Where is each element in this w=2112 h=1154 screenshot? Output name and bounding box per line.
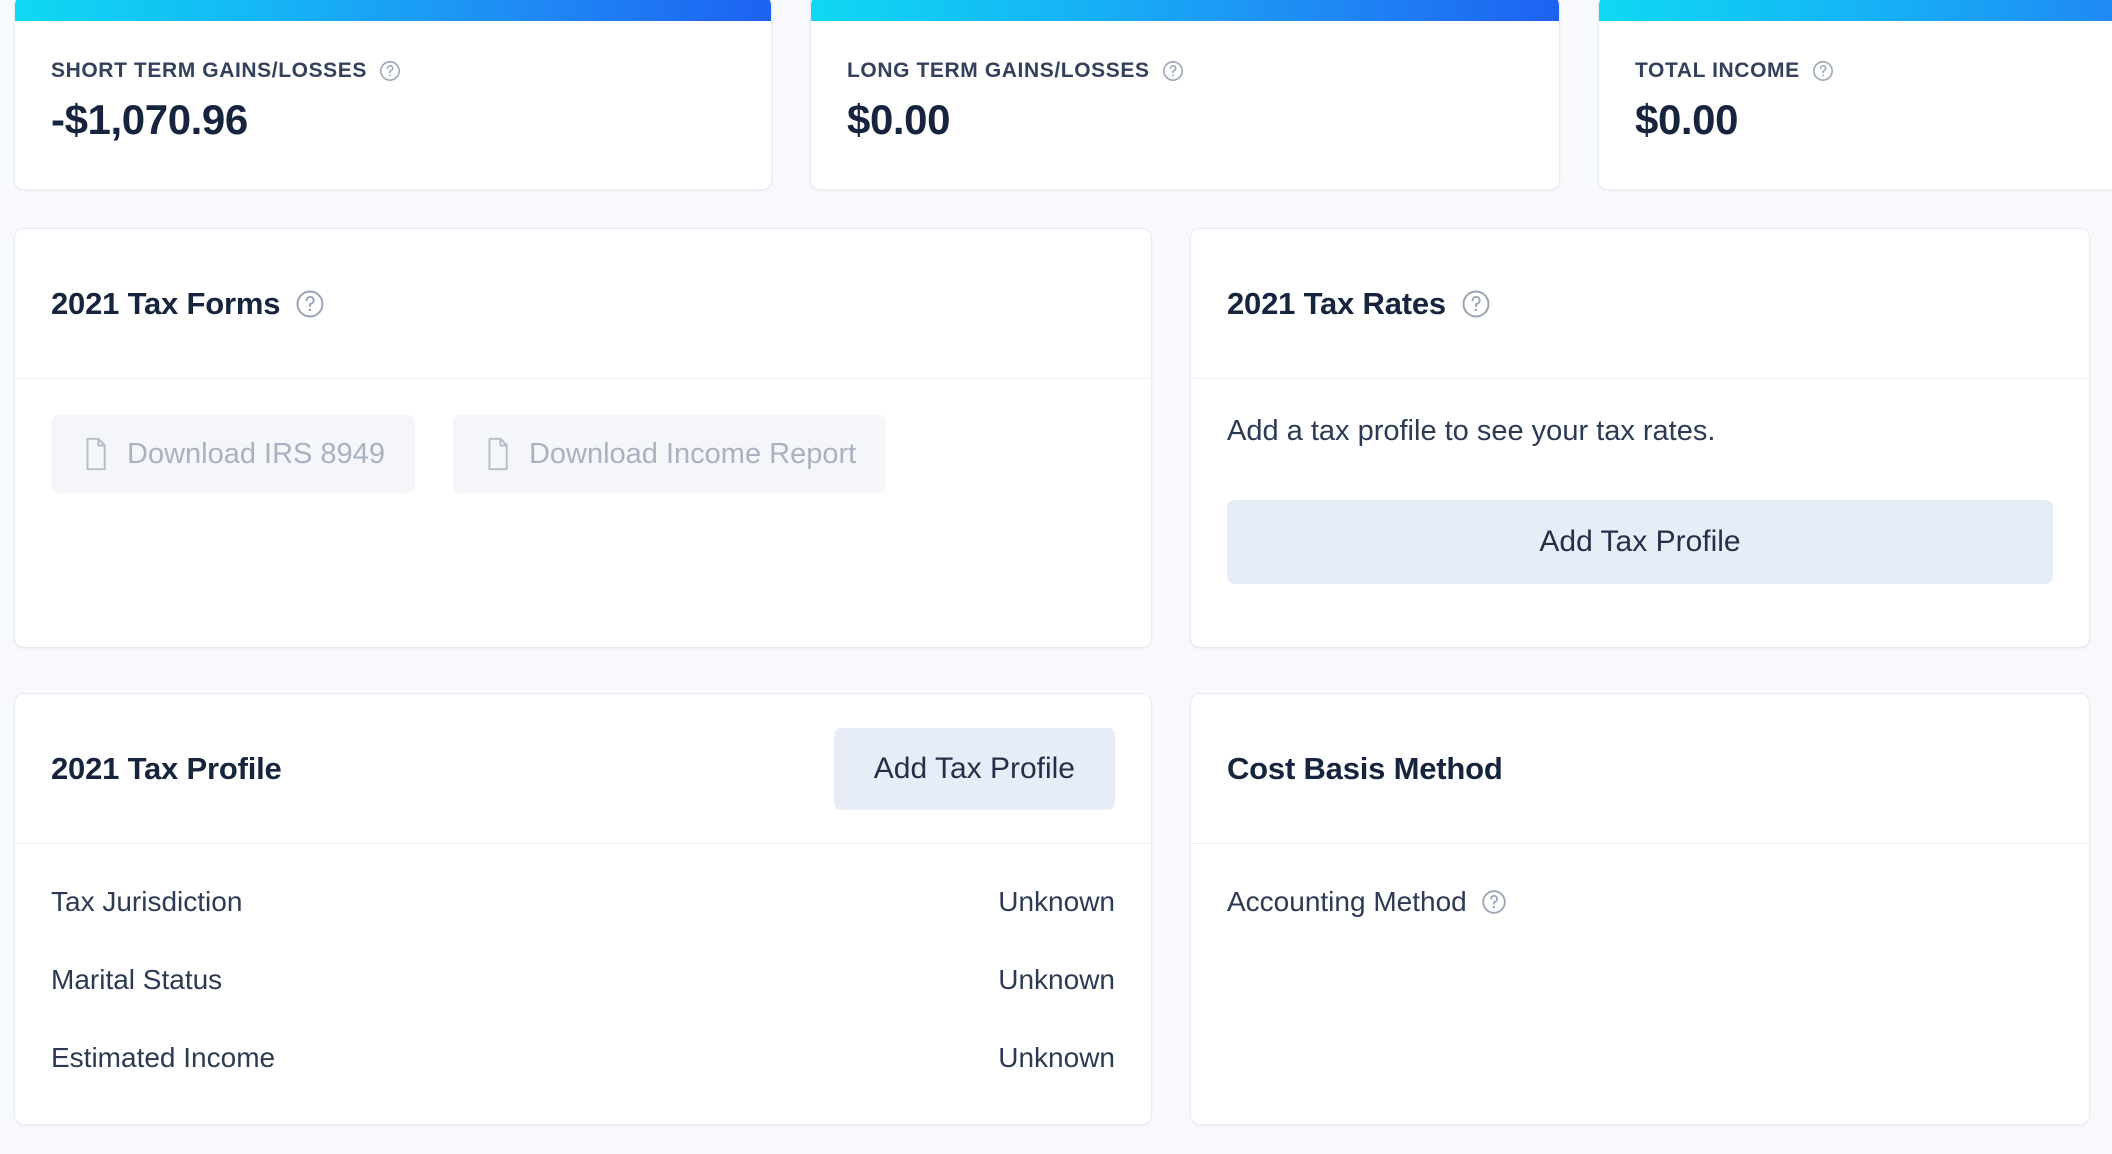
tax-forms-panel: 2021 Tax Forms Download IRS 8949 Downloa… <box>14 228 1152 648</box>
stat-card-total-income: TOTAL INCOME $0.00 <box>1598 0 2112 190</box>
stat-label: SHORT TERM GAINS/LOSSES <box>51 59 367 82</box>
cost-basis-header: Cost Basis Method <box>1191 694 2089 844</box>
tax-profile-header: 2021 Tax Profile Add Tax Profile <box>15 694 1151 844</box>
tax-profile-row-marital-status: Marital Status Unknown <box>51 964 1115 996</box>
stat-card-long-term: LONG TERM GAINS/LOSSES $0.00 <box>810 0 1560 190</box>
forms-rates-row: 2021 Tax Forms Download IRS 8949 Downloa… <box>14 228 2098 648</box>
help-circle-icon[interactable] <box>1481 889 1507 915</box>
accounting-method-label-wrap: Accounting Method <box>1227 886 1507 918</box>
card-accent-bar <box>1599 0 2112 21</box>
panel-title: Cost Basis Method <box>1227 750 1503 786</box>
panel-title: 2021 Tax Profile <box>51 750 282 786</box>
tax-rates-panel: 2021 Tax Rates Add a tax profile to see … <box>1190 228 2090 648</box>
stat-card-short-term: SHORT TERM GAINS/LOSSES -$1,070.96 <box>14 0 772 190</box>
tax-forms-title-wrap: 2021 Tax Forms <box>51 286 325 322</box>
cost-basis-panel: Cost Basis Method Accounting Method <box>1190 693 2090 1125</box>
row-value: Unknown <box>998 964 1115 995</box>
add-tax-profile-button-profile[interactable]: Add Tax Profile <box>833 727 1115 810</box>
row-value: Unknown <box>998 1042 1115 1073</box>
row-key: Tax Jurisdiction <box>51 886 243 917</box>
download-buttons-row: Download IRS 8949 Download Income Report <box>51 415 1115 493</box>
tax-rates-header: 2021 Tax Rates <box>1191 229 2089 379</box>
tax-profile-title-wrap: 2021 Tax Profile <box>51 751 282 787</box>
profile-costbasis-row: 2021 Tax Profile Add Tax Profile Tax Jur… <box>14 693 2098 1125</box>
row-key: Estimated Income <box>51 1042 276 1073</box>
download-irs-8949-label: Download IRS 8949 <box>127 437 385 470</box>
stat-value: $0.00 <box>1635 96 1739 143</box>
tax-profile-body: Tax Jurisdiction Unknown Marital Status … <box>15 844 1151 1124</box>
stat-value: -$1,070.96 <box>51 96 248 143</box>
help-circle-icon[interactable] <box>295 289 325 319</box>
cost-basis-body: Accounting Method <box>1191 844 2089 1124</box>
card-accent-bar <box>15 0 771 21</box>
tax-forms-header: 2021 Tax Forms <box>15 229 1151 379</box>
cost-basis-row-accounting-method: Accounting Method <box>1227 886 2053 918</box>
stat-cards-row: SHORT TERM GAINS/LOSSES -$1,070.96 LONG … <box>14 0 2112 190</box>
row-key: Marital Status <box>51 964 223 995</box>
stat-label-row: LONG TERM GAINS/LOSSES <box>847 59 1523 83</box>
tax-profile-panel: 2021 Tax Profile Add Tax Profile Tax Jur… <box>14 693 1152 1125</box>
help-circle-icon[interactable] <box>1461 289 1491 319</box>
stat-label: TOTAL INCOME <box>1635 59 1800 82</box>
document-icon <box>483 437 513 471</box>
stat-label: LONG TERM GAINS/LOSSES <box>847 59 1150 82</box>
card-accent-bar <box>811 0 1559 21</box>
download-income-report-button[interactable]: Download Income Report <box>452 415 887 493</box>
tax-rates-title-wrap: 2021 Tax Rates <box>1227 286 1491 322</box>
tax-rates-body: Add a tax profile to see your tax rates.… <box>1191 379 2089 647</box>
help-circle-icon[interactable] <box>1162 60 1184 82</box>
row-value: Unknown <box>998 886 1115 917</box>
panel-title: 2021 Tax Rates <box>1227 285 1446 321</box>
tax-forms-body: Download IRS 8949 Download Income Report <box>15 379 1151 647</box>
download-irs-8949-button[interactable]: Download IRS 8949 <box>51 415 415 493</box>
add-tax-profile-button-rates[interactable]: Add Tax Profile <box>1227 500 2053 584</box>
document-icon <box>81 437 111 471</box>
download-income-report-label: Download Income Report <box>528 437 857 470</box>
cost-basis-title-wrap: Cost Basis Method <box>1227 751 1503 787</box>
tax-profile-row-jurisdiction: Tax Jurisdiction Unknown <box>51 886 1115 918</box>
tax-rates-empty-message: Add a tax profile to see your tax rates. <box>1227 415 1716 447</box>
stat-label-row: SHORT TERM GAINS/LOSSES <box>51 59 735 83</box>
help-circle-icon[interactable] <box>1812 60 1834 82</box>
row-key: Accounting Method <box>1227 886 1467 917</box>
panel-title: 2021 Tax Forms <box>51 285 281 321</box>
tax-profile-row-estimated-income: Estimated Income Unknown <box>51 1042 1115 1074</box>
stat-value: $0.00 <box>847 96 951 143</box>
tax-dashboard-page: SHORT TERM GAINS/LOSSES -$1,070.96 LONG … <box>0 0 2112 1154</box>
stat-label-row: TOTAL INCOME <box>1635 59 2112 83</box>
help-circle-icon[interactable] <box>379 60 401 82</box>
